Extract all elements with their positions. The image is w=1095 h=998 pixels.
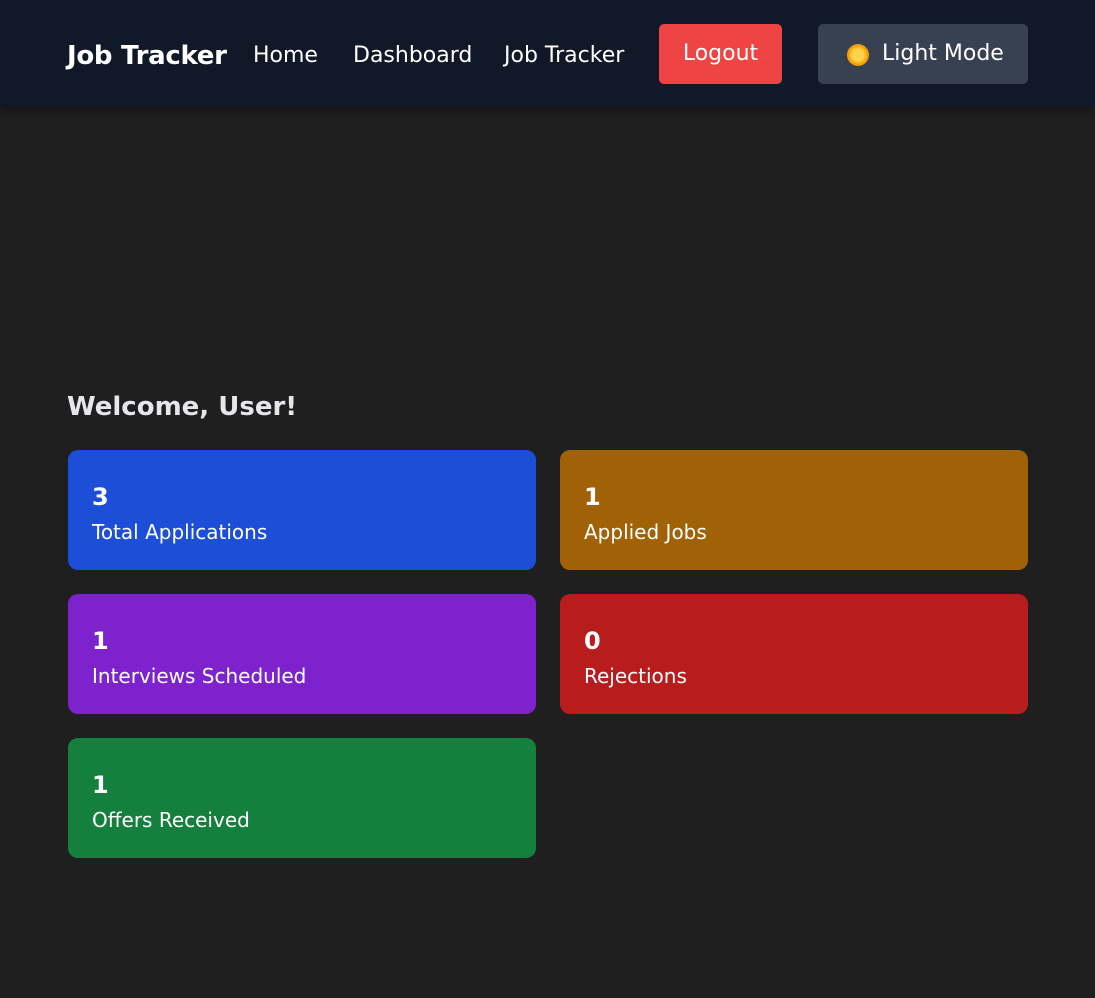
welcome-heading: Welcome, User! [67, 392, 298, 422]
stat-label: Applied Jobs [584, 520, 707, 544]
nav-link-job-tracker[interactable]: Job Tracker [504, 40, 624, 72]
stat-card-offers-received[interactable]: 1 Offers Received [68, 738, 536, 858]
brand-logo[interactable]: Job Tracker [67, 38, 227, 74]
stat-label: Offers Received [92, 808, 250, 832]
light-mode-toggle-button[interactable]: Light Mode [818, 24, 1028, 84]
stat-card-total-applications[interactable]: 3 Total Applications [68, 450, 536, 570]
logout-button[interactable]: Logout [659, 24, 782, 84]
navbar: Job Tracker Home Dashboard Job Tracker L… [0, 0, 1095, 107]
stat-card-applied-jobs[interactable]: 1 Applied Jobs [560, 450, 1028, 570]
stat-label: Rejections [584, 664, 687, 688]
stat-label: Interviews Scheduled [92, 664, 307, 688]
stat-count: 3 [92, 483, 109, 511]
stat-card-interviews-scheduled[interactable]: 1 Interviews Scheduled [68, 594, 536, 714]
stat-count: 1 [584, 483, 601, 511]
stat-label: Total Applications [92, 520, 268, 544]
stat-count: 1 [92, 771, 109, 799]
light-mode-label: Light Mode [882, 41, 1004, 66]
nav-link-home[interactable]: Home [253, 40, 318, 72]
stat-card-rejections[interactable]: 0 Rejections [560, 594, 1028, 714]
stat-count: 0 [584, 627, 601, 655]
sun-icon [847, 44, 869, 66]
nav-link-dashboard[interactable]: Dashboard [353, 40, 472, 72]
stat-count: 1 [92, 627, 109, 655]
